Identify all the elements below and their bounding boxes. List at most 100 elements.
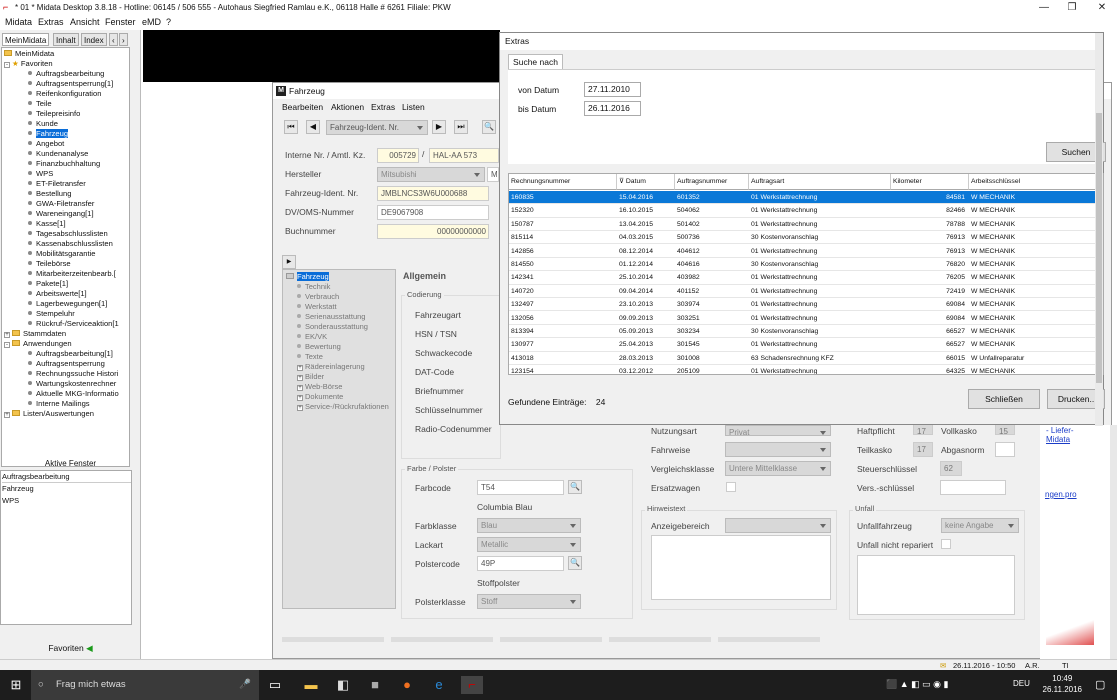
table-row[interactable]: 142856 08.12.2014 404612 01 Werkstattrechnu… <box>509 245 1103 258</box>
hersteller-combo[interactable]: Mitsubishi <box>377 167 485 182</box>
amtl-kz-field[interactable]: HAL-AA 573 <box>429 148 499 163</box>
folder-app-icon[interactable]: ◧ <box>334 676 352 694</box>
right-scrollbar[interactable] <box>1110 425 1117 659</box>
table-row[interactable]: 150787 13.04.2015 501402 01 Werkstattrechnu… <box>509 218 1103 231</box>
collapse-icon[interactable]: - <box>4 62 10 68</box>
tree-item[interactable]: Tagesabschlusslisten <box>28 229 108 239</box>
tree-item[interactable]: Auftragsbearbeitung <box>28 69 104 79</box>
polsterklasse-combo[interactable]: Stoff <box>477 594 581 609</box>
teilkasko-field[interactable]: 17 <box>913 442 933 457</box>
collapse-icon[interactable]: - <box>4 342 10 348</box>
tree-item[interactable]: GWA-Filetransfer <box>28 199 94 209</box>
tree-item[interactable]: Kunde <box>28 119 58 129</box>
table-row[interactable]: 813394 05.09.2013 303234 30 Kostenvoranschl… <box>509 325 1103 339</box>
tree-item[interactable]: - ★ Favoriten <box>4 59 53 69</box>
microphone-icon[interactable]: 🎤 <box>239 670 251 700</box>
farbcode-field[interactable]: T54 <box>477 480 564 495</box>
table-row[interactable]: 123154 03.12.2012 205109 01 Werkstattrechnu… <box>509 365 1103 374</box>
tree-item[interactable]: WPS <box>28 169 53 179</box>
hinweistext-area[interactable] <box>651 535 831 600</box>
menu-fenster[interactable]: Fenster <box>105 15 136 29</box>
expand-icon[interactable]: + <box>297 375 303 381</box>
tree-item[interactable]: Stempeluhr <box>28 309 75 319</box>
task-view-icon[interactable]: ▭ <box>266 676 284 694</box>
expand-icon[interactable]: + <box>297 395 303 401</box>
windows-start-icon[interactable]: ⊞ <box>7 676 25 694</box>
ersatzwagen-checkbox[interactable] <box>726 482 736 492</box>
schliessen-button[interactable]: Schließen <box>968 389 1040 409</box>
expand-arrow-icon[interactable]: ▶ <box>282 255 296 269</box>
fahrweise-combo[interactable] <box>725 442 831 457</box>
search-icon[interactable]: 🔍 <box>482 120 496 134</box>
bottom-button-2[interactable] <box>391 637 493 642</box>
table-row[interactable]: 160835 15.04.2016 601352 01 Werkstattrechnu… <box>509 191 1103 205</box>
unfall-nicht-repariert-checkbox[interactable] <box>941 539 951 549</box>
tree-item[interactable]: Kassenabschlusslisten <box>28 239 113 249</box>
tree-item[interactable]: Auftragsentsperrung <box>28 359 105 369</box>
expand-icon[interactable]: + <box>297 365 303 371</box>
table-row[interactable]: 132497 23.10.2013 303974 01 Werkstattrechnu… <box>509 298 1103 312</box>
tree-item[interactable]: Wareneingang[1] <box>28 209 94 219</box>
fahrzeug-nav-item[interactable]: + Bilder <box>297 372 324 382</box>
favoriten-button[interactable]: Favoriten ◀ <box>0 640 141 656</box>
farbklasse-combo[interactable]: Blau <box>477 518 581 533</box>
table-row[interactable]: 413018 28.03.2013 301008 63 Schadensrechnun… <box>509 352 1103 365</box>
link-ngen[interactable]: ngen.pro <box>1045 490 1077 499</box>
tree-item[interactable]: MeinMidata <box>4 49 54 59</box>
table-row[interactable]: 130977 25.04.2013 301545 01 Werkstattrechnu… <box>509 338 1103 352</box>
steuerschluessel-field[interactable]: 62 <box>940 461 962 476</box>
fahrzeug-nav-item[interactable]: Texte <box>297 352 323 362</box>
menu-ansicht[interactable]: Ansicht <box>70 15 100 29</box>
tree-item[interactable]: Aktuelle MKG-Informatio <box>28 389 119 399</box>
menu-extras-fz[interactable]: Extras <box>371 100 395 114</box>
tree-item[interactable]: Pakete[1] <box>28 279 68 289</box>
edge-icon[interactable]: e <box>430 676 448 694</box>
tree-item[interactable]: Teile <box>28 99 52 109</box>
taskbar-search-box[interactable]: ○ Frag mich etwas 🎤 <box>31 670 259 700</box>
fahrzeug-nav-item[interactable]: + Web-Börse <box>297 382 342 392</box>
menu-listen[interactable]: Listen <box>402 100 425 114</box>
tab-suche-nach[interactable]: Suche nach <box>508 54 563 70</box>
tree-item[interactable]: Teilepreisinfo <box>28 109 80 119</box>
tree-item[interactable]: Bestellung <box>28 189 71 199</box>
fahrzeug-nav-item[interactable]: Serienausstattung <box>297 312 365 322</box>
buchnummer-field[interactable]: 00000000000 <box>377 224 489 239</box>
active-window-item[interactable]: WPS <box>2 495 131 506</box>
app-gray-icon[interactable]: ■ <box>366 676 384 694</box>
bottom-button-1[interactable] <box>282 637 384 642</box>
tree-item[interactable]: Finanzbuchhaltung <box>28 159 100 169</box>
maximize-button[interactable]: ❐ <box>1058 0 1086 15</box>
tree-scrollbar[interactable] <box>131 47 140 467</box>
col-datum[interactable]: ⊽ Datum <box>617 174 675 190</box>
tree-item[interactable]: - Anwendungen <box>4 339 72 349</box>
active-window-item[interactable]: Fahrzeug <box>2 483 131 494</box>
menu-aktionen[interactable]: Aktionen <box>331 100 364 114</box>
tab-meinmidata[interactable]: MeinMidata <box>2 33 50 46</box>
fahrzeug-nav-item[interactable]: Bewertung <box>297 342 341 352</box>
col-arbeitsschluessel[interactable]: Arbeitsschlüssel <box>969 174 1103 190</box>
bottom-button-3[interactable] <box>500 637 602 642</box>
expand-icon[interactable]: + <box>4 412 10 418</box>
menu-extras[interactable]: Extras <box>38 15 64 29</box>
notifications-icon[interactable]: ▢ <box>1095 678 1105 691</box>
tree-item[interactable]: Kundenanalyse <box>28 149 88 159</box>
file-explorer-icon[interactable]: ▬ <box>302 676 320 694</box>
tree-item[interactable]: Mitarbeiterzeitenbearb.[ <box>28 269 116 279</box>
menu-emd[interactable]: eMD <box>142 15 161 29</box>
tree-item[interactable]: Kasse[1] <box>28 219 66 229</box>
midata-app-icon[interactable]: ⌐ <box>461 676 483 694</box>
tab-index[interactable]: Index <box>81 33 107 46</box>
firefox-icon[interactable]: ● <box>398 676 416 694</box>
lackart-combo[interactable]: Metallic <box>477 537 581 552</box>
fahrzeug-nav-item[interactable]: Technik <box>297 282 330 292</box>
table-row[interactable]: 132056 09.09.2013 303251 01 Werkstattrechnu… <box>509 312 1103 325</box>
dv-oms-field[interactable]: DE9067908 <box>377 205 489 220</box>
haftpflicht-field[interactable]: 17 <box>913 424 933 435</box>
tree-item[interactable]: Auftragsentsperrung[1] <box>28 79 113 89</box>
col-auftragsart[interactable]: Auftragsart <box>749 174 891 190</box>
unfall-notes-area[interactable] <box>857 555 1015 615</box>
language-indicator[interactable]: DEU <box>1013 679 1030 688</box>
interne-nr-field[interactable]: 005729 <box>377 148 419 163</box>
tree-item[interactable]: Auftragsbearbeitung[1] <box>28 349 113 359</box>
farbcode-search-icon[interactable]: 🔍 <box>568 480 582 494</box>
